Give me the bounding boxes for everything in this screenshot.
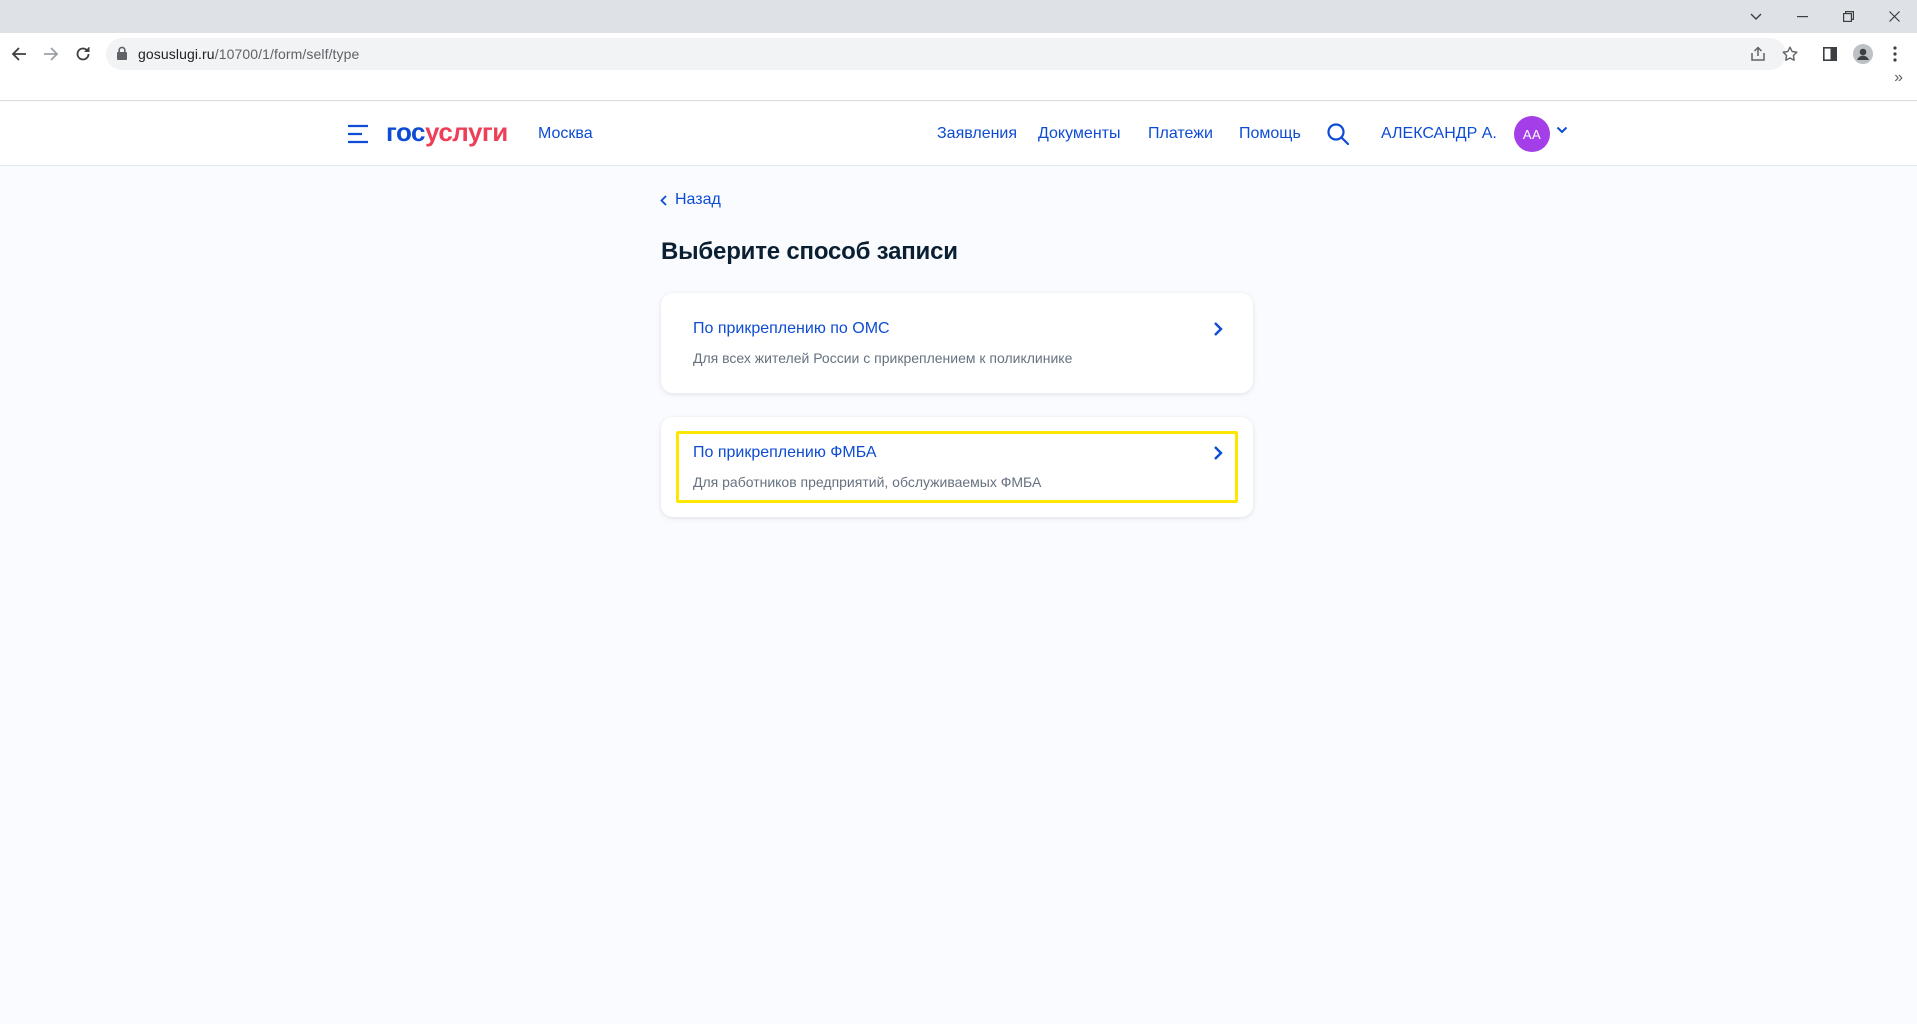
browser-menu-button[interactable] (1878, 37, 1912, 71)
url-path: /10700/1/form/self/type (214, 46, 360, 62)
option-title: По прикреплению по ОМС (693, 320, 890, 337)
avatar[interactable]: АА (1514, 116, 1550, 152)
user-name[interactable]: АЛЕКСАНДР А. (1381, 123, 1497, 145)
browser-titlebar (0, 0, 1917, 33)
option-card-oms[interactable]: По прикреплению по ОМС Для всех жителей … (661, 293, 1253, 393)
burger-menu-icon[interactable] (346, 122, 370, 146)
restore-icon (1842, 11, 1854, 22)
side-panel-button[interactable] (1813, 37, 1847, 71)
search-icon[interactable] (1326, 122, 1350, 146)
kebab-menu-icon (1893, 46, 1897, 62)
back-link[interactable]: Назад (660, 189, 721, 211)
minimize-icon (1796, 15, 1808, 17)
close-icon (1888, 11, 1900, 22)
minimize-button[interactable] (1779, 0, 1825, 33)
chevron-right-icon (1214, 322, 1223, 336)
forward-arrow-icon (44, 47, 59, 61)
logo-gos: гос (386, 117, 426, 147)
share-icon[interactable] (1750, 46, 1766, 62)
lock-icon (117, 46, 127, 60)
option-description: Для работников предприятий, обслуживаемы… (693, 474, 1042, 490)
back-button[interactable] (2, 37, 36, 71)
nav-applications[interactable]: Заявления (937, 123, 1017, 145)
address-bar[interactable]: gosuslugi.ru/10700/1/form/self/type (106, 38, 1798, 70)
chevron-right-icon (1214, 446, 1223, 460)
chevron-down-icon (1750, 13, 1762, 20)
star-icon[interactable] (1782, 46, 1798, 62)
page-title: Выберите способ записи (661, 238, 958, 265)
logo-uslugi: услуги (425, 117, 508, 147)
gosuslugi-logo[interactable]: госуслуги (386, 116, 508, 148)
chevron-left-icon (660, 194, 667, 206)
option-card-fmba[interactable]: По прикреплению ФМБА Для работников пред… (661, 417, 1253, 517)
url-domain: gosuslugi.ru (138, 46, 215, 62)
nav-documents[interactable]: Документы (1038, 123, 1120, 145)
profile-icon (1853, 44, 1873, 64)
profile-button[interactable] (1846, 37, 1880, 71)
bookmarks-overflow-button[interactable]: » (1894, 69, 1903, 87)
city-selector[interactable]: Москва (538, 123, 593, 145)
url-text: gosuslugi.ru/10700/1/form/self/type (138, 38, 359, 70)
back-link-label: Назад (675, 191, 721, 208)
forward-button[interactable] (34, 37, 68, 71)
restore-button[interactable] (1825, 0, 1871, 33)
close-window-button[interactable] (1871, 0, 1917, 33)
option-title: По прикреплению ФМБА (693, 444, 877, 461)
browser-toolbar: gosuslugi.ru/10700/1/form/self/type » (0, 33, 1917, 101)
nav-payments[interactable]: Платежи (1148, 123, 1213, 145)
nav-help[interactable]: Помощь (1239, 123, 1301, 145)
option-description: Для всех жителей России с прикреплением … (693, 350, 1073, 366)
sidepanel-icon (1823, 47, 1837, 61)
window-controls (1733, 0, 1917, 33)
tab-search-button[interactable] (1733, 0, 1779, 33)
site-header: госуслуги Москва Заявления Документы Пла… (0, 102, 1917, 166)
reload-button[interactable] (66, 37, 100, 71)
reload-icon (76, 47, 90, 61)
back-arrow-icon (11, 47, 26, 61)
chevron-down-icon[interactable] (1556, 126, 1568, 134)
